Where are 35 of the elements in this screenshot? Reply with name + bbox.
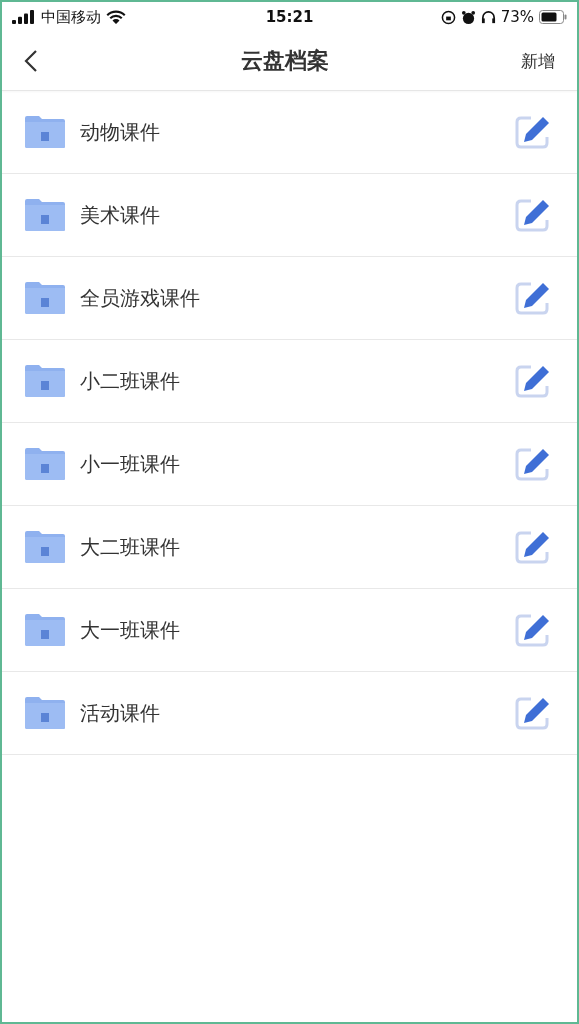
folder-icon — [24, 364, 66, 398]
signal-icon — [12, 10, 36, 24]
folder-name[interactable]: 美术课件 — [80, 201, 501, 229]
edit-button[interactable] — [515, 696, 551, 730]
battery-icon — [539, 10, 567, 24]
folder-icon — [24, 198, 66, 232]
folder-name[interactable]: 大二班课件 — [80, 533, 501, 561]
folder-name[interactable]: 小一班课件 — [80, 450, 501, 478]
carrier-name: 中国移动 — [41, 7, 101, 27]
edit-button[interactable] — [515, 364, 551, 398]
edit-button[interactable] — [515, 530, 551, 564]
edit-button[interactable] — [515, 613, 551, 647]
edit-button[interactable] — [515, 281, 551, 315]
add-button[interactable]: 新增 — [521, 49, 555, 73]
edit-button[interactable] — [515, 198, 551, 232]
folder-name[interactable]: 大一班课件 — [80, 616, 501, 644]
folder-name[interactable]: 小二班课件 — [80, 367, 501, 395]
edit-button[interactable] — [515, 447, 551, 481]
edit-button[interactable] — [515, 115, 551, 149]
folder-icon — [24, 530, 66, 564]
folder-icon — [24, 696, 66, 730]
rotation-lock-icon — [440, 9, 456, 25]
folder-icon — [24, 613, 66, 647]
alarm-icon — [460, 9, 476, 25]
battery-percent: 73% — [500, 8, 534, 26]
folder-icon — [24, 447, 66, 481]
folder-icon — [24, 115, 66, 149]
headphones-icon — [480, 9, 496, 25]
folder-icon — [24, 281, 66, 315]
wifi-icon — [106, 9, 126, 25]
folder-name[interactable]: 活动课件 — [80, 699, 501, 727]
clock-time: 15:21 — [265, 8, 314, 26]
folder-name[interactable]: 动物课件 — [80, 118, 501, 146]
page-title: 云盘档案 — [240, 47, 329, 75]
folder-name[interactable]: 全员游戏课件 — [80, 284, 501, 312]
